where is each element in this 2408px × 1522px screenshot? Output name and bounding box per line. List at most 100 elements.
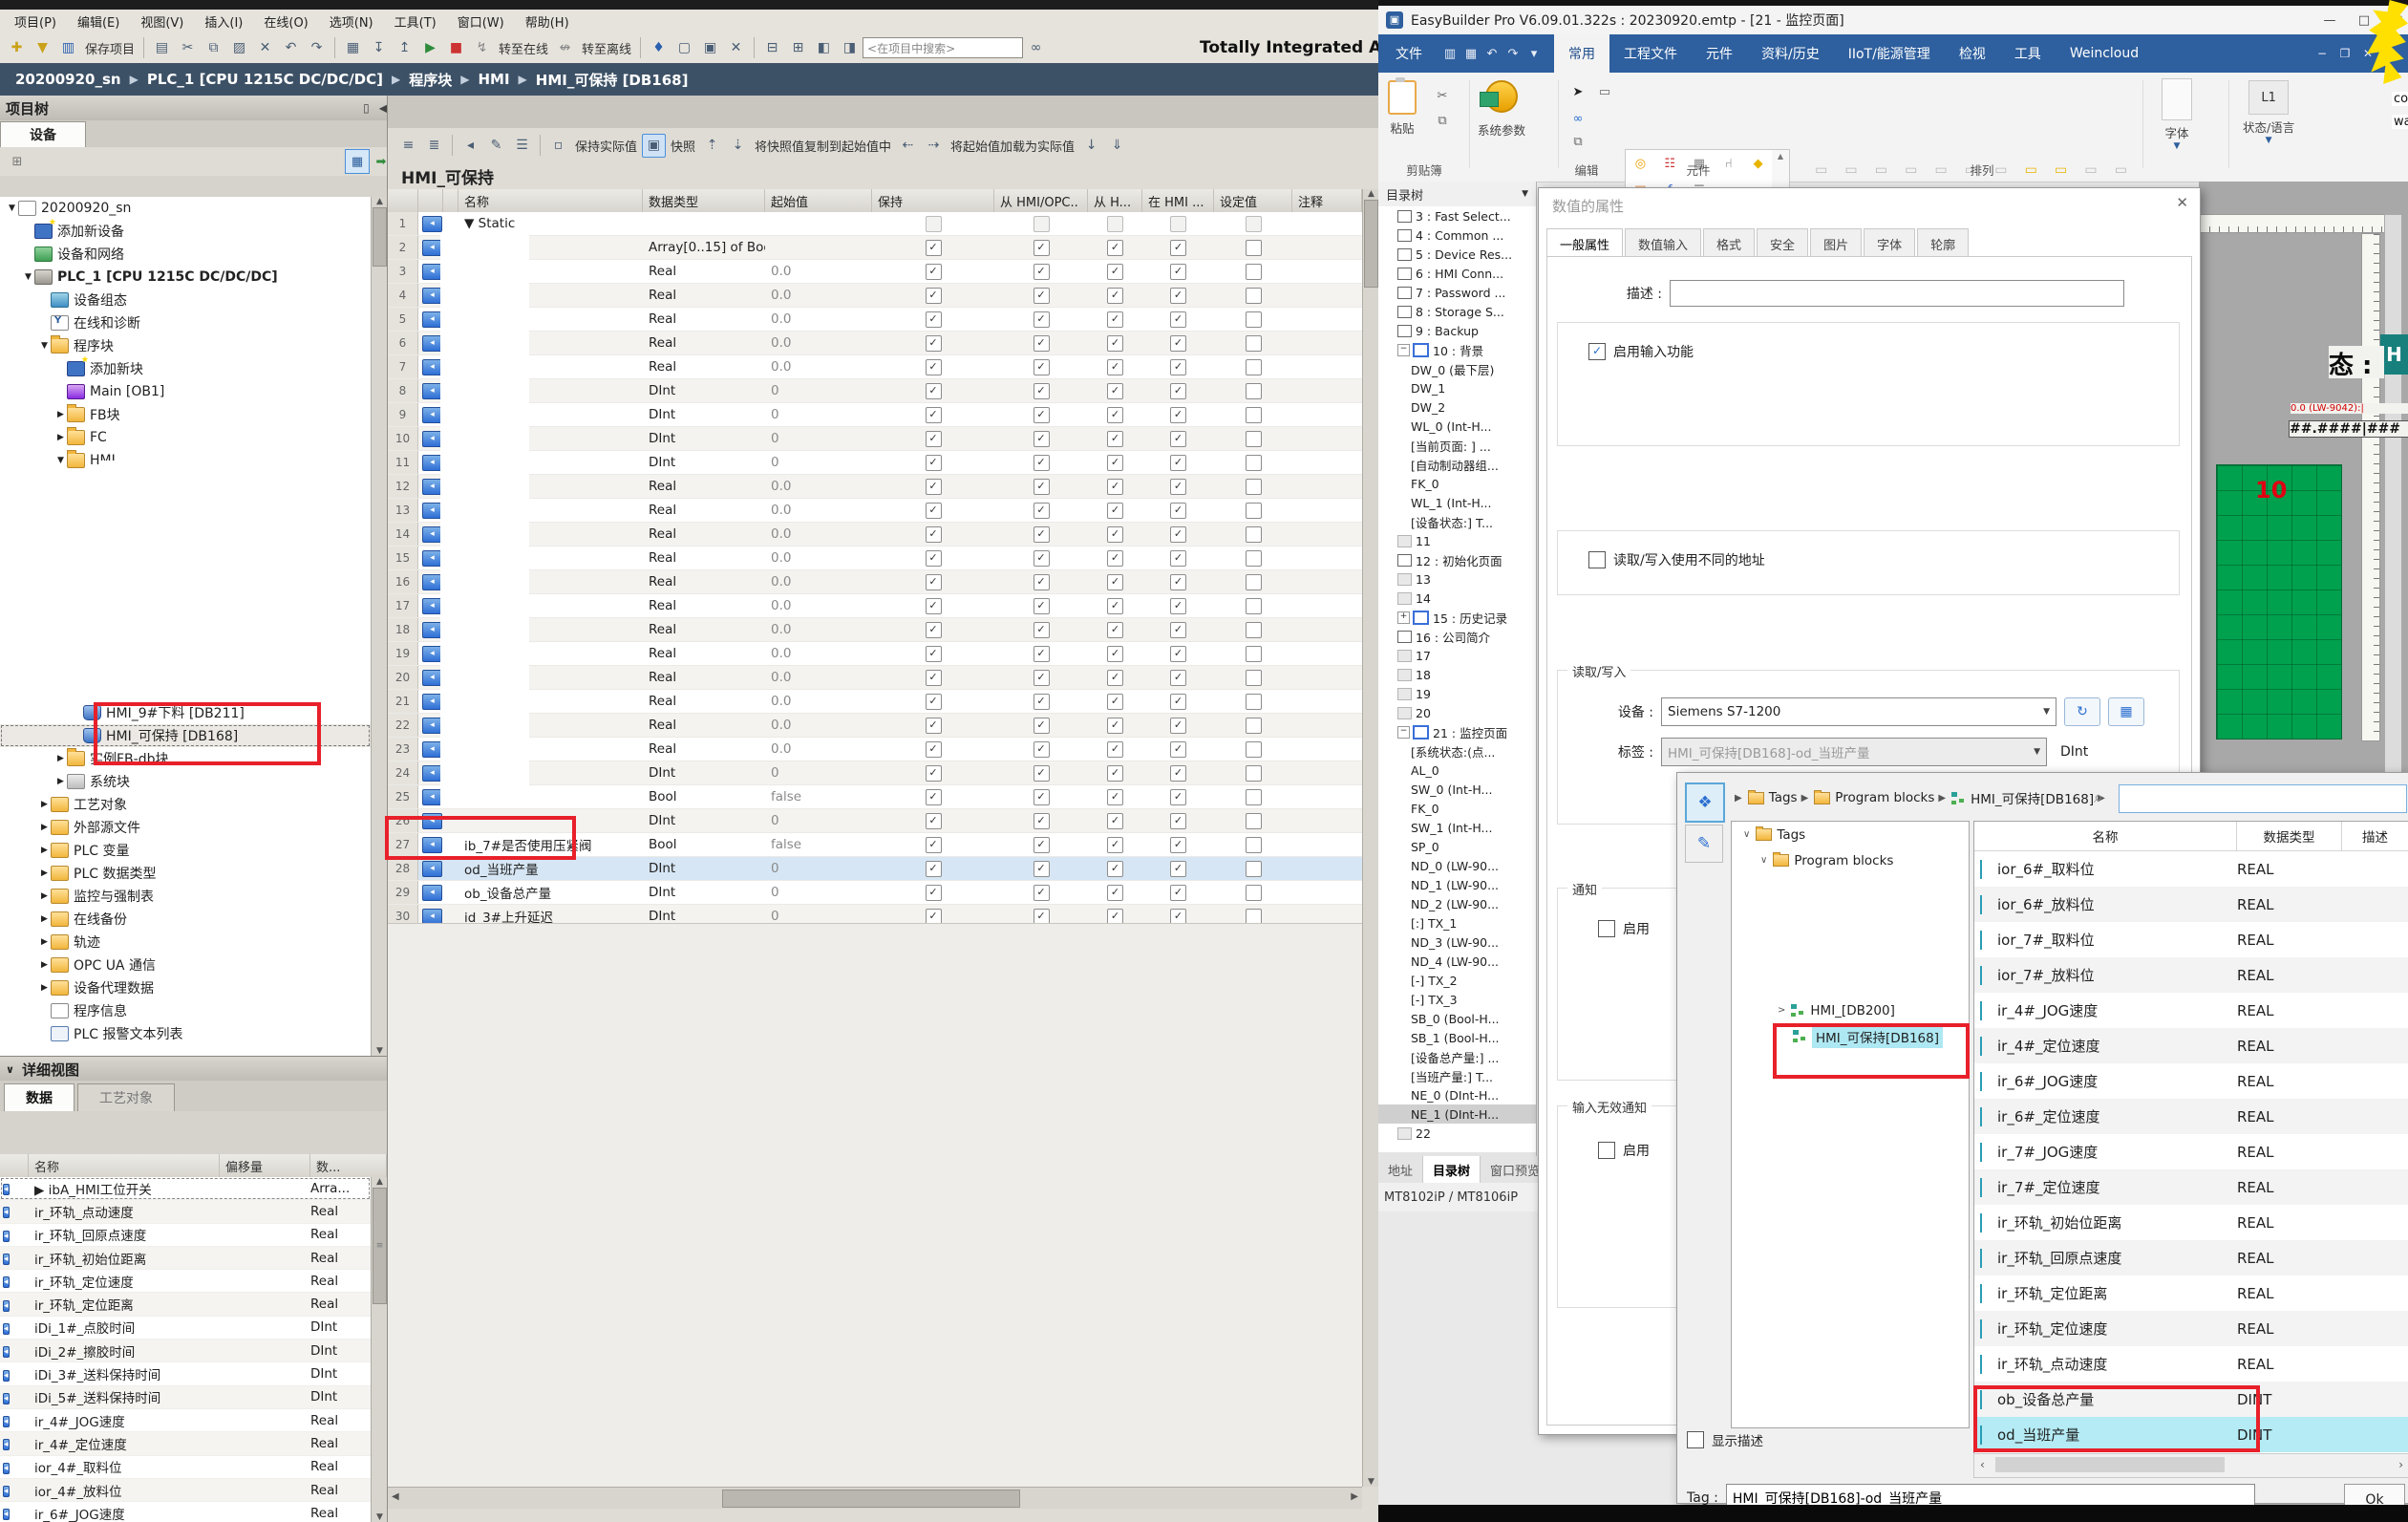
tree-expander-icon[interactable]: ▼ <box>22 272 34 282</box>
checkbox-cell[interactable]: ✓ <box>872 741 994 758</box>
dirtree-item[interactable]: FK_0 <box>1378 799 1536 818</box>
tree-expander-icon[interactable]: ▶ <box>54 410 67 419</box>
db-checkbox[interactable]: ✓ <box>1034 622 1050 638</box>
db-checkbox[interactable]: ✓ <box>1170 885 1186 901</box>
checkbox-cell[interactable]: ✓ <box>872 813 994 829</box>
db-row-19[interactable]: 19◂Real0.0✓✓✓✓ <box>388 642 1362 666</box>
checkbox-cell[interactable]: ✓ <box>994 909 1088 925</box>
file-menu[interactable]: 文件 <box>1378 35 1439 72</box>
checkbox-cell[interactable]: ✓ <box>1142 455 1214 471</box>
db-checkbox[interactable]: ✓ <box>1170 789 1186 805</box>
checkbox-cell[interactable]: ✓ <box>872 479 994 495</box>
breadcrumb-caret-icon[interactable]: ▶ <box>1801 793 1809 804</box>
menu-item-4[interactable]: 在线(O) <box>253 11 318 32</box>
dirtree-item[interactable]: SB_1 (Bool-H... <box>1378 1028 1536 1047</box>
project-tree-scrollbar[interactable]: ▲▼ <box>371 197 388 1056</box>
db-checkbox[interactable]: ✓ <box>1170 909 1186 925</box>
dirtree-item[interactable]: ND_3 (LW-90... <box>1378 932 1536 952</box>
db-checkbox[interactable]: ✓ <box>1107 909 1123 925</box>
checkbox-cell[interactable] <box>1214 694 1292 710</box>
duplicate-icon[interactable]: ⧉ <box>1567 132 1588 151</box>
db-checkbox[interactable] <box>1246 837 1262 853</box>
db-checkbox[interactable]: ✓ <box>926 431 942 447</box>
ribbon-tab-7[interactable]: Weincloud <box>2056 36 2153 71</box>
checkbox-cell[interactable]: ✓ <box>994 335 1088 352</box>
checkbox-cell[interactable]: ✓ <box>872 503 994 519</box>
checkbox-cell[interactable]: ✓ <box>1142 383 1214 399</box>
checkbox-cell[interactable]: ✓ <box>1142 909 1214 925</box>
paste-icon[interactable]: ▨ <box>227 36 251 60</box>
ribbon-tab-6[interactable]: 工具 <box>2000 34 2056 73</box>
tree-item--[interactable]: ▶设备代理数据 <box>0 976 371 999</box>
dirtree-item[interactable]: [:] TX_1 <box>1378 913 1536 932</box>
dirtree-item[interactable]: FK_0 <box>1378 474 1536 493</box>
checkbox-cell[interactable]: ✓ <box>994 861 1088 877</box>
db-row-28[interactable]: 28◂od_当班产量DInt0✓✓✓✓ <box>388 857 1362 881</box>
checkbox-cell[interactable] <box>1214 861 1292 877</box>
db-checkbox[interactable]: ✓ <box>1034 383 1050 399</box>
db-checkbox[interactable]: ✓ <box>1034 765 1050 782</box>
checkbox-cell[interactable]: ✓ <box>1088 694 1142 710</box>
copy-icon[interactable]: ⧉ <box>1432 111 1453 130</box>
checkbox-cell[interactable]: ✓ <box>994 813 1088 829</box>
tag-breadcrumb-segment-1[interactable]: Program blocks <box>1835 790 1934 805</box>
menu-item-3[interactable]: 插入(I) <box>194 11 253 32</box>
tag-row[interactable]: ir_环轨_回原点速度REAL <box>1974 1240 2408 1275</box>
db-checkbox[interactable] <box>1246 622 1262 638</box>
upload-from-device-icon[interactable]: ↥ <box>393 36 416 60</box>
props-tab-图片[interactable]: 图片 <box>1810 228 1862 257</box>
detail-row[interactable]: ◂ir_环轨_定位距离Real <box>0 1293 371 1316</box>
checkbox-cell[interactable]: ✓ <box>1142 813 1214 829</box>
db-checkbox[interactable] <box>1246 550 1262 567</box>
db-checkbox[interactable]: ✓ <box>1170 359 1186 375</box>
db-checkbox[interactable]: ✓ <box>1170 622 1186 638</box>
dirtree-item[interactable]: ND_0 (LW-90... <box>1378 856 1536 875</box>
checkbox-cell[interactable] <box>1214 407 1292 423</box>
checkbox-cell[interactable]: ✓ <box>1142 861 1214 877</box>
new-project-icon[interactable]: ✚ <box>5 36 29 60</box>
db-checkbox[interactable] <box>1246 503 1262 519</box>
db-checkbox[interactable]: ✓ <box>1170 574 1186 590</box>
db-checkbox[interactable]: ✓ <box>1107 622 1123 638</box>
center-h-icon[interactable]: ▭ <box>2046 151 2076 189</box>
props-tab-数值输入[interactable]: 数值输入 <box>1625 228 1701 257</box>
checkbox-cell[interactable] <box>1214 646 1292 662</box>
checkbox-cell[interactable]: ✓ <box>872 670 994 686</box>
checkbox-cell[interactable] <box>1214 503 1292 519</box>
tree-item--[interactable]: ▶外部源文件 <box>0 816 371 839</box>
detail-row[interactable]: ◂ior_4#_取料位Real <box>0 1456 371 1479</box>
checkbox-cell[interactable]: ✓ <box>1142 359 1214 375</box>
breadcrumb-segment-2[interactable]: 程序块 <box>409 70 452 90</box>
db-checkbox[interactable]: ✓ <box>926 455 942 471</box>
db-row-25[interactable]: 25◂Boolfalse✓✓✓✓ <box>388 785 1362 809</box>
tree-item--[interactable]: 设备组态 <box>0 289 371 311</box>
db-checkbox[interactable]: ✓ <box>1170 670 1186 686</box>
dirtree-item[interactable]: 7 : Password ... <box>1378 283 1536 302</box>
breadcrumb-segment-3[interactable]: HMI <box>478 71 509 88</box>
db-checkbox[interactable]: ✓ <box>926 718 942 734</box>
notification-enable-checkbox[interactable]: 启用 <box>1598 919 1650 938</box>
checkbox-cell[interactable]: ✓ <box>1088 526 1142 543</box>
dirtree-item[interactable]: [自动制动器组... <box>1378 455 1536 474</box>
db-checkbox[interactable]: ✓ <box>1170 240 1186 256</box>
db-checkbox[interactable] <box>1246 359 1262 375</box>
tag-row[interactable]: ior_6#_放料位REAL <box>1974 887 2408 922</box>
dirtree-item[interactable]: 17 <box>1378 646 1536 665</box>
db-checkbox[interactable]: ✓ <box>1170 550 1186 567</box>
checkbox-cell[interactable]: ✓ <box>1088 574 1142 590</box>
checkbox-cell[interactable]: ✓ <box>872 861 994 877</box>
db-checkbox[interactable] <box>1246 598 1262 614</box>
db-checkbox[interactable]: ✓ <box>1107 503 1123 519</box>
db-checkbox[interactable] <box>1246 264 1262 280</box>
dirtree-item[interactable]: ND_2 (LW-90... <box>1378 894 1536 913</box>
description-input[interactable] <box>1670 280 2124 307</box>
checkbox-cell[interactable]: ✓ <box>1088 264 1142 280</box>
db-checkbox[interactable] <box>1246 240 1262 256</box>
ribbon-tab-0[interactable]: 常用 <box>1554 34 1609 73</box>
invalid-enable-checkbox[interactable]: 启用 <box>1598 1141 1650 1160</box>
checkbox-cell[interactable] <box>1142 216 1214 232</box>
tab-devices[interactable]: 设备 <box>0 121 86 147</box>
tree-expander-icon[interactable]: ▶ <box>38 983 51 993</box>
tree-caret-icon[interactable]: ∨ <box>1743 829 1750 840</box>
more-icon[interactable]: ▾ <box>1524 43 1545 64</box>
